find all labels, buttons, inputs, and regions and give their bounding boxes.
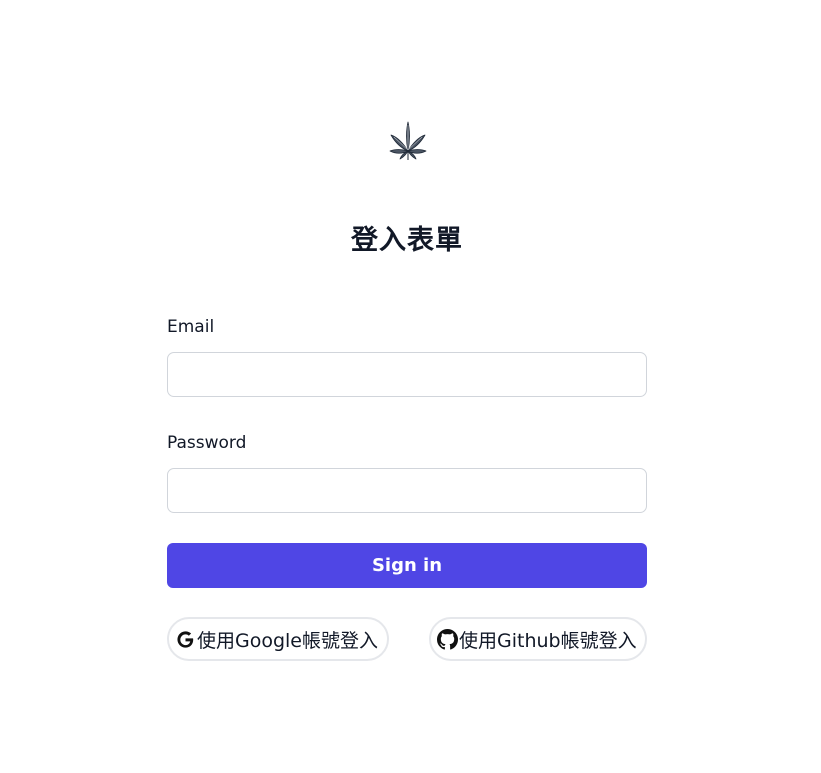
- google-icon: [175, 629, 196, 650]
- password-field[interactable]: [167, 468, 647, 513]
- google-login-label: 使用Google帳號登入: [197, 629, 379, 652]
- email-label: Email: [167, 317, 215, 337]
- email-field[interactable]: [167, 352, 647, 397]
- github-icon: [437, 628, 458, 650]
- password-label: Password: [167, 433, 247, 453]
- github-login-button[interactable]: 使用Github帳號登入: [429, 617, 647, 661]
- login-form: Email Password Sign in: [167, 315, 647, 588]
- page-title: 登入表單: [351, 225, 463, 256]
- google-login-button[interactable]: 使用Google帳號登入: [167, 617, 389, 661]
- github-login-label: 使用Github帳號登入: [459, 629, 637, 652]
- oauth-buttons: 使用Google帳號登入 使用Github帳號登入: [167, 617, 647, 661]
- leaf-logo-icon: [387, 121, 429, 161]
- sign-in-button[interactable]: Sign in: [167, 543, 647, 588]
